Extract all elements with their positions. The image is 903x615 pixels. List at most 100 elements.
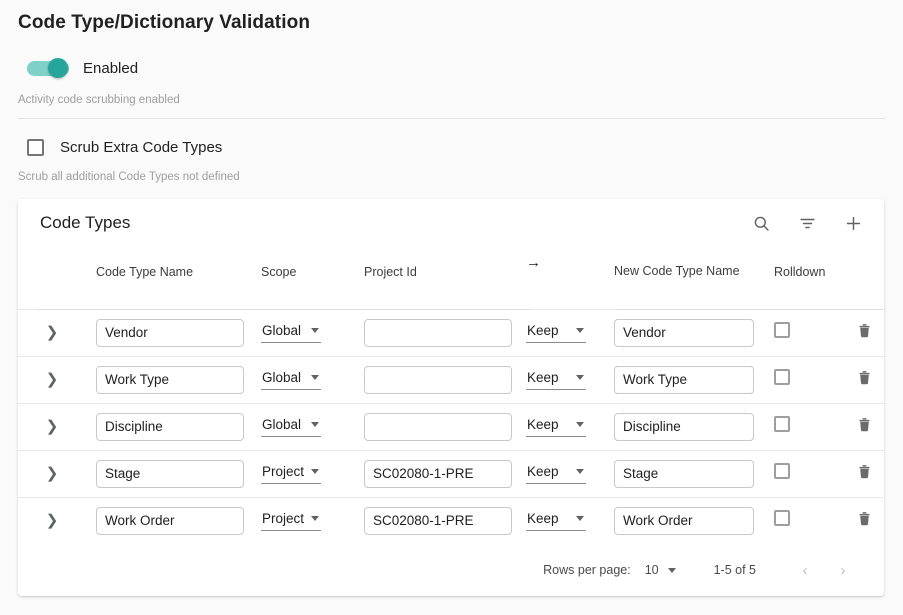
code-type-name-cell bbox=[86, 356, 261, 403]
enabled-toggle[interactable] bbox=[27, 58, 69, 78]
chevron-right-icon[interactable]: ❯ bbox=[46, 372, 59, 387]
rolldown-checkbox[interactable] bbox=[774, 463, 790, 479]
delete-icon[interactable] bbox=[856, 326, 873, 343]
table-row: ❯ Global Keep bbox=[18, 309, 884, 356]
project-id-input[interactable] bbox=[364, 460, 512, 488]
action-select[interactable]: Keep bbox=[526, 511, 586, 531]
scope-select[interactable]: Project bbox=[261, 511, 321, 531]
previous-page-button[interactable]: ‹ bbox=[792, 557, 818, 583]
scope-select[interactable]: Global bbox=[261, 323, 321, 343]
rolldown-checkbox[interactable] bbox=[774, 322, 790, 338]
code-type-name-input[interactable] bbox=[96, 366, 244, 394]
enabled-hint: Activity code scrubbing enabled bbox=[18, 94, 885, 106]
rolldown-checkbox[interactable] bbox=[774, 369, 790, 385]
scrub-extra-checkbox-row[interactable]: Scrub Extra Code Types bbox=[18, 132, 885, 162]
enabled-toggle-row[interactable]: Enabled bbox=[18, 51, 885, 85]
delete-icon[interactable] bbox=[856, 467, 873, 484]
delete-cell bbox=[844, 450, 884, 497]
scope-select[interactable]: Project bbox=[261, 464, 321, 484]
code-type-name-cell bbox=[86, 309, 261, 356]
next-page-button[interactable]: › bbox=[830, 557, 856, 583]
rolldown-cell bbox=[772, 450, 844, 497]
table-row: ❯ Project Keep bbox=[18, 450, 884, 497]
col-new-code-type-name: New Code Type Name bbox=[614, 247, 772, 309]
new-code-type-name-input[interactable] bbox=[614, 319, 754, 347]
project-id-input[interactable] bbox=[364, 507, 512, 535]
card-actions bbox=[750, 212, 864, 234]
action-select[interactable]: Keep bbox=[526, 417, 586, 437]
project-id-input[interactable] bbox=[364, 319, 512, 347]
delete-cell bbox=[844, 403, 884, 450]
table-head: Code Type Name Scope Project Id → New Co… bbox=[18, 247, 884, 309]
project-id-cell bbox=[364, 450, 526, 497]
table-row: ❯ Global Keep bbox=[18, 403, 884, 450]
chevron-down-icon bbox=[576, 422, 584, 427]
scrub-extra-hint: Scrub all additional Code Types not defi… bbox=[18, 171, 885, 183]
project-id-cell bbox=[364, 403, 526, 450]
chevron-down-icon bbox=[576, 469, 584, 474]
code-type-name-input[interactable] bbox=[96, 507, 244, 535]
new-code-type-name-input[interactable] bbox=[614, 460, 754, 488]
action-select[interactable]: Keep bbox=[526, 323, 586, 343]
delete-icon[interactable] bbox=[856, 420, 873, 437]
chevron-right-icon[interactable]: ❯ bbox=[46, 419, 59, 434]
scope-value: Global bbox=[262, 417, 301, 432]
new-code-type-name-input[interactable] bbox=[614, 413, 754, 441]
action-value: Keep bbox=[527, 370, 559, 385]
expand-cell: ❯ bbox=[18, 356, 86, 403]
rows-per-page-select[interactable]: 10 bbox=[645, 563, 676, 577]
page-title: Code Type/Dictionary Validation bbox=[0, 0, 903, 34]
project-id-input[interactable] bbox=[364, 413, 512, 441]
delete-cell bbox=[844, 497, 884, 544]
table-header-row: Code Type Name Scope Project Id → New Co… bbox=[18, 247, 884, 309]
rolldown-cell bbox=[772, 356, 844, 403]
chevron-right-icon[interactable]: ❯ bbox=[46, 325, 59, 340]
chevron-down-icon bbox=[311, 375, 319, 380]
header-rule-left bbox=[36, 309, 530, 310]
chevron-right-icon[interactable]: ❯ bbox=[46, 466, 59, 481]
scrub-extra-checkbox[interactable] bbox=[27, 139, 44, 156]
table-body: ❯ Global Keep ❯ Global Keep ❯ Global Keep ❯ Projec… bbox=[18, 309, 884, 544]
scope-value: Project bbox=[262, 464, 304, 479]
code-type-name-input[interactable] bbox=[96, 460, 244, 488]
action-select[interactable]: Keep bbox=[526, 370, 586, 390]
project-id-input[interactable] bbox=[364, 366, 512, 394]
toggle-thumb bbox=[48, 58, 68, 78]
new-code-type-name-cell bbox=[614, 497, 772, 544]
project-id-cell bbox=[364, 497, 526, 544]
scope-cell: Global bbox=[261, 356, 364, 403]
code-type-name-input[interactable] bbox=[96, 319, 244, 347]
settings-block: Enabled Activity code scrubbing enabled … bbox=[0, 51, 903, 183]
expand-cell: ❯ bbox=[18, 450, 86, 497]
pagination-range: 1-5 of 5 bbox=[714, 563, 756, 577]
action-value: Keep bbox=[527, 323, 559, 338]
table-footer: Rows per page: 10 1-5 of 5 ‹ › bbox=[18, 544, 884, 596]
code-type-name-cell bbox=[86, 450, 261, 497]
new-code-type-name-input[interactable] bbox=[614, 366, 754, 394]
col-delete bbox=[844, 247, 884, 309]
chevron-down-icon bbox=[311, 516, 319, 521]
search-icon[interactable] bbox=[750, 212, 772, 234]
code-type-name-cell bbox=[86, 403, 261, 450]
rolldown-cell bbox=[772, 309, 844, 356]
scope-select[interactable]: Global bbox=[261, 417, 321, 437]
col-project-id: Project Id bbox=[364, 247, 526, 309]
scope-cell: Global bbox=[261, 309, 364, 356]
action-select[interactable]: Keep bbox=[526, 464, 586, 484]
rolldown-checkbox[interactable] bbox=[774, 510, 790, 526]
delete-icon[interactable] bbox=[856, 373, 873, 390]
filter-icon[interactable] bbox=[796, 212, 818, 234]
col-rolldown: Rolldown bbox=[772, 247, 844, 309]
card-title: Code Types bbox=[40, 213, 750, 233]
chevron-right-icon[interactable]: ❯ bbox=[46, 513, 59, 528]
delete-icon[interactable] bbox=[856, 514, 873, 531]
scope-select[interactable]: Global bbox=[261, 370, 321, 390]
new-code-type-name-input[interactable] bbox=[614, 507, 754, 535]
col-code-type-name: Code Type Name bbox=[86, 247, 261, 309]
add-icon[interactable] bbox=[842, 212, 864, 234]
action-value: Keep bbox=[527, 417, 559, 432]
code-type-name-input[interactable] bbox=[96, 413, 244, 441]
rolldown-checkbox[interactable] bbox=[774, 416, 790, 432]
table-row: ❯ Global Keep bbox=[18, 356, 884, 403]
scope-value: Global bbox=[262, 370, 301, 385]
